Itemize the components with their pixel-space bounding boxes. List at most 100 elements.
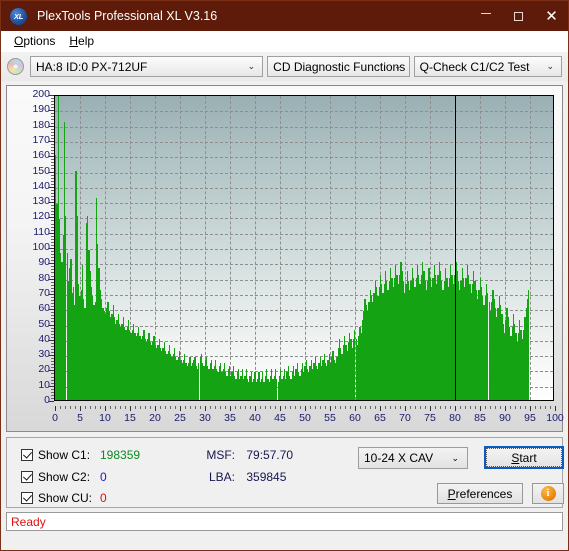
x-axis-minor-tick (320, 406, 321, 409)
lba-value: 359845 (246, 470, 287, 484)
x-axis-tick-label: 15 (124, 412, 136, 424)
x-axis-minor-tick (160, 406, 161, 409)
show-cu-row[interactable]: Show CU: 0 (21, 491, 107, 505)
x-axis-minor-tick (465, 406, 466, 409)
show-cu-checkbox[interactable] (21, 492, 33, 504)
maximize-button[interactable] (502, 1, 535, 31)
menu-item-options[interactable]: Options (7, 32, 62, 50)
x-axis-minor-tick (275, 406, 276, 409)
x-axis-tick (55, 406, 56, 411)
x-axis-minor-tick (360, 406, 361, 409)
speed-select-value: 10-24 X CAV (364, 451, 434, 465)
test-select[interactable]: Q-Check C1/C2 Test ⌄ (413, 56, 562, 77)
x-axis-minor-tick (165, 406, 166, 409)
function-select[interactable]: CD Diagnostic Functions ⌄ (267, 56, 410, 77)
y-axis-tick-label: 0 (44, 394, 50, 406)
x-axis-minor-tick (100, 406, 101, 409)
x-axis-minor-tick (285, 406, 286, 409)
show-c2-row[interactable]: Show C2: 0 (21, 470, 107, 484)
x-axis-tick-label: 30 (199, 412, 211, 424)
chart-bar (528, 289, 530, 400)
x-axis-minor-tick (135, 406, 136, 409)
x-axis-minor-tick (260, 406, 261, 409)
x-axis-tick (230, 406, 231, 411)
x-axis-minor-tick (75, 406, 76, 409)
x-axis-tick (330, 406, 331, 411)
x-axis-minor-tick (85, 406, 86, 409)
y-axis-tick-label: 40 (38, 332, 50, 345)
info-button[interactable]: i (532, 483, 564, 504)
preferences-button[interactable]: Preferences (437, 483, 523, 504)
x-axis-tick (205, 406, 206, 411)
cu-value: 0 (100, 491, 107, 505)
x-axis-minor-tick (335, 406, 336, 409)
x-axis-minor-tick (490, 406, 491, 409)
close-button[interactable]: ✕ (535, 1, 568, 31)
x-axis-minor-tick (445, 406, 446, 409)
chevron-down-icon: ⌄ (394, 61, 402, 71)
x-axis-minor-tick (110, 406, 111, 409)
y-axis-tick-label: 140 (32, 179, 50, 192)
x-axis-minor-tick (450, 406, 451, 409)
x-axis-minor-tick (120, 406, 121, 409)
show-c2-checkbox[interactable] (21, 471, 33, 483)
y-axis: 0 10 20 30 40 50 60 70 80 90 100 110 120 130 140 150 160… (7, 86, 54, 410)
x-axis-minor-tick (460, 406, 461, 409)
x-axis-minor-tick (515, 406, 516, 409)
x-axis-minor-tick (470, 406, 471, 409)
show-c1-checkbox[interactable] (21, 449, 33, 461)
x-axis-tick-label: 75 (424, 412, 436, 424)
minimize-button[interactable] (469, 1, 502, 31)
x-axis-minor-tick (220, 406, 221, 409)
x-axis-minor-tick (140, 406, 141, 409)
x-axis-tick-label: 10 (99, 412, 111, 424)
x-axis-tick (280, 406, 281, 411)
x-axis-minor-tick (125, 406, 126, 409)
x-axis-minor-tick (185, 406, 186, 409)
drive-select[interactable]: HA:8 ID:0 PX-712UF ⌄ (30, 56, 264, 77)
show-c1-row[interactable]: Show C1: 198359 (21, 448, 140, 462)
speed-select[interactable]: 10-24 X CAV ⌄ (358, 447, 468, 469)
x-axis-tick (380, 406, 381, 411)
start-button[interactable]: Start (484, 446, 564, 469)
test-select-value: Q-Check C1/C2 Test (419, 59, 530, 74)
x-axis-minor-tick (370, 406, 371, 409)
x-axis-minor-tick (150, 406, 151, 409)
y-axis-tick-label: 130 (32, 195, 50, 208)
y-axis-tick-label: 90 (38, 256, 50, 269)
x-axis-minor-tick (425, 406, 426, 409)
y-axis-tick (49, 401, 54, 402)
plot-area[interactable] (54, 95, 554, 401)
menu-item-help[interactable]: Help (62, 32, 101, 50)
lba-field: LBA: 359845 (201, 470, 286, 484)
x-axis-minor-tick (145, 406, 146, 409)
c2-value: 0 (100, 470, 107, 484)
toolbar: HA:8 ID:0 PX-712UF ⌄ CD Diagnostic Funct… (1, 52, 568, 81)
x-axis-minor-tick (415, 406, 416, 409)
x-axis-minor-tick (440, 406, 441, 409)
chevron-down-icon: ⌄ (247, 61, 256, 71)
x-axis-tick (555, 406, 556, 411)
x-axis-minor-tick (60, 406, 61, 409)
x-axis-minor-tick (300, 406, 301, 409)
window-title: PlexTools Professional XL V3.16 (37, 9, 218, 23)
x-axis-minor-tick (495, 406, 496, 409)
x-axis-tick (505, 406, 506, 411)
x-axis-tick-label: 25 (174, 412, 186, 424)
x-axis-minor-tick (375, 406, 376, 409)
x-axis-minor-tick (410, 406, 411, 409)
x-axis-minor-tick (345, 406, 346, 409)
y-axis-tick-label: 160 (32, 149, 50, 162)
x-axis-minor-tick (350, 406, 351, 409)
x-axis-minor-tick (70, 406, 71, 409)
x-axis-minor-tick (390, 406, 391, 409)
x-axis-tick-label: 60 (349, 412, 361, 424)
x-axis-tick-label: 5 (77, 412, 83, 424)
x-axis-tick (455, 406, 456, 411)
function-select-value: CD Diagnostic Functions (273, 59, 406, 74)
x-axis-tick-label: 65 (374, 412, 386, 424)
x-axis-tick-label: 45 (274, 412, 286, 424)
x-axis-tick (405, 406, 406, 411)
x-axis-minor-tick (365, 406, 366, 409)
x-axis-minor-tick (65, 406, 66, 409)
